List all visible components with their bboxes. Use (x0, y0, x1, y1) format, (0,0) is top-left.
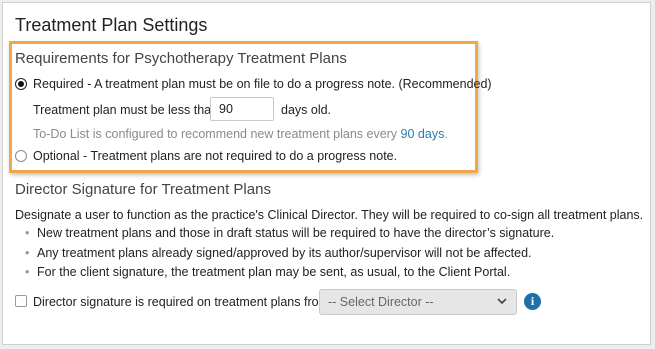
optional-radio-label: Optional - Treatment plans are not requi… (33, 149, 398, 163)
chevron-down-icon (497, 298, 507, 305)
required-radio-label: Required - A treatment plan must be on f… (33, 77, 492, 91)
age-prefix-label: Treatment plan must be less than (33, 103, 219, 117)
director-bullet-3: For the client signature, the treatment … (37, 265, 511, 279)
todo-period: . (444, 127, 448, 141)
bullet-dot: • (25, 226, 30, 240)
page-title: Treatment Plan Settings (15, 15, 208, 35)
requirements-heading: Requirements for Psychotherapy Treatment… (15, 50, 347, 67)
director-description: Designate a user to function as the prac… (15, 208, 644, 222)
director-select[interactable]: -- Select Director -- (319, 289, 517, 315)
todo-days-link[interactable]: 90 days (401, 127, 445, 141)
bullet-dot: • (25, 246, 30, 260)
director-checkbox-label: Director signature is required on treatm… (33, 295, 333, 309)
required-radio[interactable] (15, 78, 27, 90)
age-suffix-label: days old. (281, 103, 332, 117)
director-select-value: -- Select Director -- (328, 295, 434, 309)
days-input[interactable] (210, 97, 274, 121)
todo-text: To-Do List is configured to recommend ne… (33, 127, 398, 141)
director-heading: Director Signature for Treatment Plans (15, 181, 271, 198)
director-bullet-1: New treatment plans and those in draft s… (37, 226, 555, 240)
director-signature-checkbox[interactable] (15, 295, 27, 307)
optional-radio[interactable] (15, 150, 27, 162)
todo-info-text: To-Do List is configured to recommend ne… (33, 127, 448, 141)
info-icon[interactable]: i (524, 293, 541, 310)
director-bullet-2: Any treatment plans already signed/appro… (37, 246, 532, 260)
bullet-dot: • (25, 265, 30, 279)
